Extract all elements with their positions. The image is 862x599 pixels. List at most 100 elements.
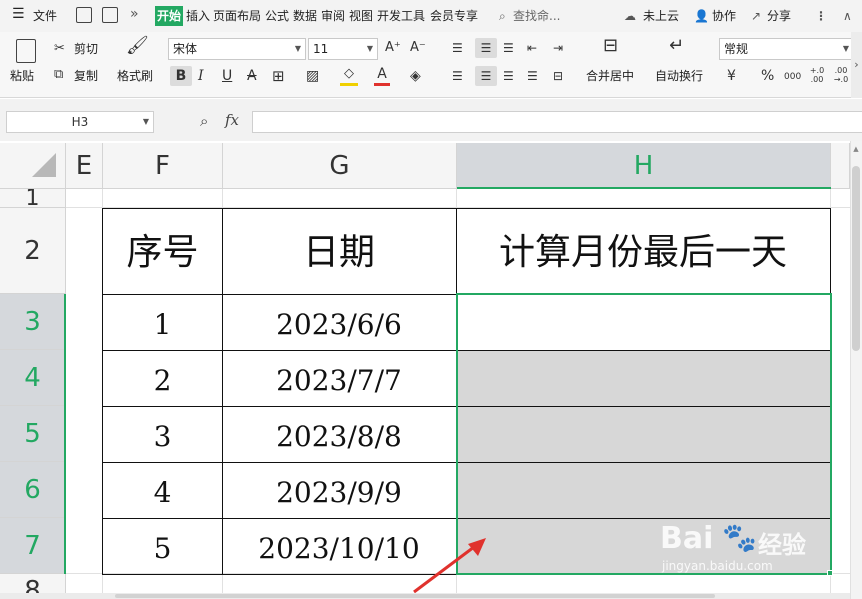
indent-decrease-icon[interactable]: ⇤ — [527, 40, 537, 56]
increase-font-icon[interactable]: A⁺ — [385, 40, 401, 56]
paste-icon[interactable] — [16, 39, 36, 63]
share-button[interactable]: 分享 — [767, 8, 791, 24]
wrap-text-icon[interactable]: ↵ — [669, 37, 684, 55]
decrease-decimal-button[interactable]: .00 →.0 — [830, 66, 852, 84]
increase-decimal-button[interactable]: +.0 .00 — [806, 66, 828, 84]
cloud-status[interactable]: 未上云 — [643, 8, 679, 24]
share-icon[interactable]: ↗ — [751, 8, 761, 24]
underline-button[interactable]: U — [222, 68, 232, 84]
tab-view[interactable]: 视图 — [349, 8, 373, 24]
save-icon[interactable] — [76, 7, 92, 23]
distributed-icon[interactable]: ⊟ — [553, 68, 563, 84]
column-header-h[interactable]: H — [457, 143, 831, 189]
cut-icon[interactable]: ✂ — [54, 41, 65, 57]
row-header-3[interactable]: 3 — [0, 294, 66, 350]
strikethrough-button[interactable]: A — [247, 68, 257, 84]
justify-icon[interactable]: ☰ — [527, 68, 538, 84]
format-painter-button[interactable]: 格式刷 — [117, 69, 153, 83]
column-header-f[interactable]: F — [103, 143, 223, 189]
paw-icon: 🐾 — [722, 521, 757, 554]
paste-button[interactable]: 粘贴 — [10, 69, 34, 83]
tab-formula[interactable]: 公式 — [265, 8, 289, 24]
thousands-button[interactable]: 000 — [784, 69, 801, 85]
scroll-up-icon[interactable]: ▲ — [852, 145, 860, 153]
merge-center-button[interactable]: 合并居中 — [586, 69, 634, 83]
collapse-icon[interactable]: ∧ — [843, 8, 852, 24]
table-row-seq[interactable]: 4 — [102, 462, 223, 519]
format-painter-icon[interactable]: 🖌 — [126, 37, 149, 55]
tab-data[interactable]: 数据 — [293, 8, 317, 24]
bold-button[interactable]: B — [170, 66, 192, 86]
align-middle-icon[interactable]: ☰ — [475, 38, 497, 58]
tab-developer[interactable]: 开发工具 — [377, 8, 425, 24]
table-row-date[interactable]: 2023/7/7 — [222, 350, 457, 407]
zoom-search-icon[interactable]: ⌕ — [200, 112, 208, 130]
tab-review[interactable]: 审阅 — [321, 8, 345, 24]
tab-start[interactable]: 开始 — [155, 6, 183, 26]
row-header-1[interactable]: 1 — [0, 189, 66, 208]
horizontal-scrollbar-thumb[interactable] — [115, 594, 715, 598]
fill-handle[interactable] — [827, 570, 833, 576]
italic-button[interactable]: I — [198, 68, 204, 84]
decrease-font-icon[interactable]: A⁻ — [410, 40, 426, 56]
merge-center-icon[interactable]: ⊟ — [603, 37, 618, 55]
function-icon[interactable]: fx — [225, 111, 239, 129]
font-name-select[interactable]: 宋体 ▼ — [168, 38, 306, 60]
tab-member[interactable]: 会员专享 — [430, 8, 478, 24]
table-row-seq[interactable]: 2 — [102, 350, 223, 407]
collab-icon[interactable]: 👤 — [694, 8, 709, 24]
table-row-date[interactable]: 2023/9/9 — [222, 462, 457, 519]
date-value: 2023/10/10 — [258, 532, 420, 565]
row-header-7[interactable]: 7 — [0, 518, 66, 574]
row-header-2[interactable]: 2 — [0, 208, 66, 294]
more-icon[interactable]: » — [130, 6, 139, 22]
formula-input[interactable] — [252, 111, 862, 133]
more-vertical-icon[interactable]: ⋮ — [815, 8, 827, 24]
table-row-seq[interactable]: 3 — [102, 406, 223, 463]
indent-increase-icon[interactable]: ⇥ — [553, 40, 563, 56]
align-top-icon[interactable]: ☰ — [452, 40, 463, 56]
search-icon[interactable]: ⌕ — [499, 8, 506, 24]
table-row-seq[interactable]: 1 — [102, 294, 223, 351]
align-left-icon[interactable]: ☰ — [452, 68, 463, 84]
scrollbar-thumb[interactable] — [852, 166, 860, 351]
percent-button[interactable]: % — [761, 68, 774, 84]
file-menu[interactable]: 文件 — [33, 8, 57, 24]
date-value: 2023/7/7 — [276, 364, 402, 397]
row-header-5[interactable]: 5 — [0, 406, 66, 462]
row-header-6[interactable]: 6 — [0, 462, 66, 518]
hamburger-icon[interactable]: ☰ — [12, 6, 25, 22]
font-size-select[interactable]: 11 ▼ — [308, 38, 378, 60]
border-icon[interactable]: ⊞ — [272, 68, 285, 84]
font-color-button[interactable]: A — [374, 66, 390, 86]
fill-pattern-icon[interactable]: ▨ — [306, 68, 319, 84]
wrap-text-button[interactable]: 自动换行 — [655, 69, 703, 83]
tab-page-layout[interactable]: 页面布局 — [213, 8, 261, 24]
cut-button[interactable]: 剪切 — [74, 42, 98, 56]
currency-button[interactable]: ¥ — [727, 68, 736, 84]
column-header-e[interactable]: E — [66, 143, 103, 189]
align-bottom-icon[interactable]: ☰ — [503, 40, 514, 56]
align-right-icon[interactable]: ☰ — [503, 68, 514, 84]
fill-color-icon[interactable]: ◇ — [340, 66, 358, 86]
number-format-select[interactable]: 常规 ▼ — [719, 38, 854, 60]
name-box[interactable]: H3 ▼ — [6, 111, 154, 133]
clear-icon[interactable]: ◈ — [410, 68, 421, 84]
table-row-date[interactable]: 2023/8/8 — [222, 406, 457, 463]
tab-insert[interactable]: 插入 — [186, 8, 210, 24]
column-header-g[interactable]: G — [223, 143, 457, 189]
copy-icon[interactable]: ⧉ — [54, 67, 63, 83]
cloud-icon[interactable]: ☁ — [624, 8, 636, 24]
search-input[interactable]: 查找命... — [513, 8, 560, 24]
copy-button[interactable]: 复制 — [74, 69, 98, 83]
header-seq-cell[interactable]: 序号 — [102, 208, 223, 295]
align-center-icon[interactable]: ☰ — [475, 66, 497, 86]
row-header-4[interactable]: 4 — [0, 350, 66, 406]
collab-button[interactable]: 协作 — [712, 8, 736, 24]
table-row-seq[interactable]: 5 — [102, 518, 223, 575]
table-row-date[interactable]: 2023/6/6 — [222, 294, 457, 351]
export-icon[interactable] — [102, 7, 118, 23]
column-header-next[interactable] — [831, 143, 850, 189]
header-date-cell[interactable]: 日期 — [222, 208, 457, 295]
header-calc-cell[interactable]: 计算月份最后一天 — [456, 208, 831, 295]
